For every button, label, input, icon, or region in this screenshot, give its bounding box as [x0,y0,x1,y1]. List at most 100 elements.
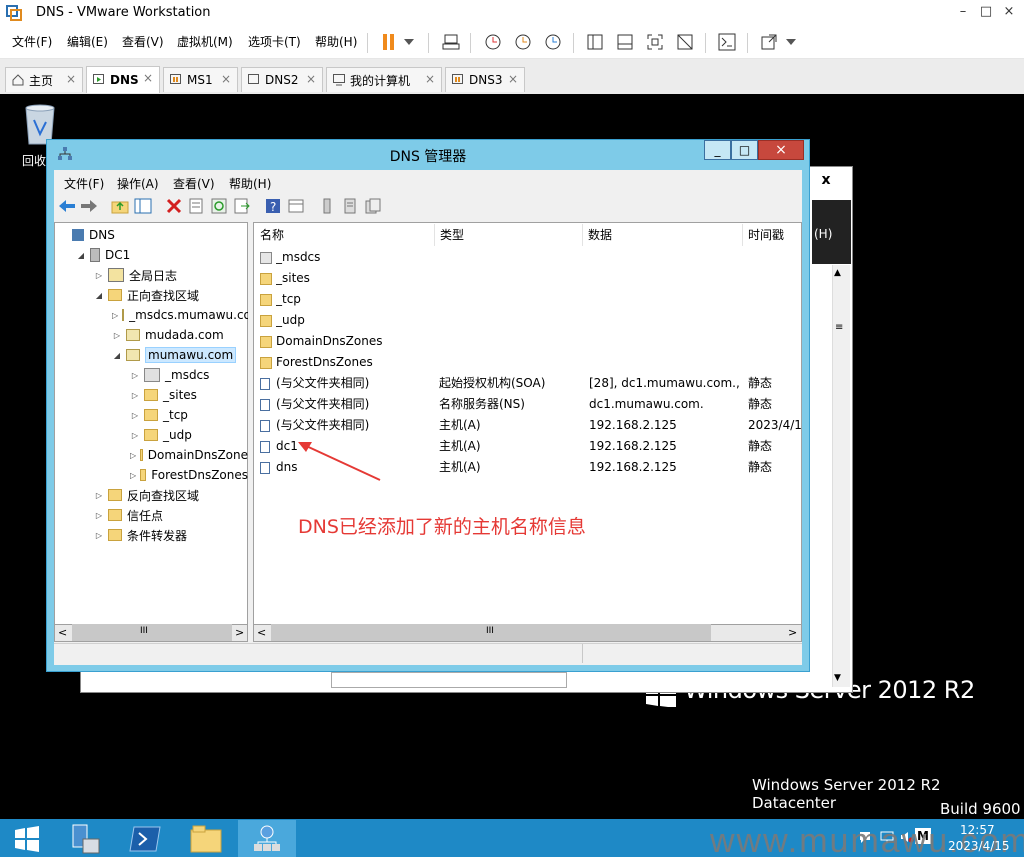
clock-date[interactable]: 2023/4/15 [948,839,1010,853]
scroll-up-icon[interactable]: ▲ [834,268,841,278]
background-window-close-button[interactable]: x [814,172,838,192]
tab-close-icon[interactable]: × [66,72,76,86]
collapse-arrow-icon[interactable]: ◢ [94,291,104,300]
expand-arrow-icon[interactable]: ▷ [130,471,136,480]
dns-menu-file[interactable]: 文件(F) [64,175,104,192]
tab-home[interactable]: 主页 × [5,67,83,92]
clock-time[interactable]: 12:57 [960,823,995,837]
refresh-icon[interactable] [210,197,228,215]
tree-node[interactable]: ◢ 正向查找区域 [94,286,199,304]
tab-ms1[interactable]: MS1 × [163,67,238,92]
expand-arrow-icon[interactable]: ▷ [130,431,140,440]
scroll-down-icon[interactable]: ▼ [834,673,841,683]
tab-close-icon[interactable]: × [306,72,316,86]
expand-arrow-icon[interactable]: ▷ [112,331,122,340]
revert-snapshot-icon[interactable] [512,31,534,53]
column-header-timestamp[interactable]: 时间戳 [743,224,801,246]
properties-icon[interactable] [187,197,205,215]
menu-edit[interactable]: 编辑(E) [67,33,108,50]
record-row[interactable]: ForestDnsZones [254,352,801,373]
tree-node[interactable]: ▷ _tcp [130,406,188,424]
tab-close-icon[interactable]: × [425,72,435,86]
dropdown-icon[interactable] [402,31,416,53]
expand-arrow-icon[interactable]: ▷ [94,511,104,520]
pause-icon[interactable] [378,31,400,53]
tab-close-icon[interactable]: × [508,72,518,86]
tab-dns3[interactable]: DNS3 × [445,67,525,92]
expand-arrow-icon[interactable]: ▷ [94,531,104,540]
menu-vm[interactable]: 虚拟机(M) [177,33,233,50]
close-button[interactable]: × [996,0,1022,24]
dns-menu-action[interactable]: 操作(A) [117,175,159,192]
column-header-data[interactable]: 数据 [583,224,743,246]
dns-menu-help[interactable]: 帮助(H) [229,175,271,192]
unity-icon[interactable] [674,31,696,53]
tree-node[interactable]: ▷ _sites [130,386,197,404]
dns-manager-taskbar-icon[interactable] [238,820,296,857]
menu-help[interactable]: 帮助(H) [315,33,357,50]
console-icon[interactable] [716,31,738,53]
scroll-right-icon[interactable]: > [235,626,244,639]
column-header-name[interactable]: 名称 [255,224,435,246]
tree-node[interactable]: DNS [58,226,115,244]
expand-arrow-icon[interactable]: ▷ [94,491,104,500]
record-row[interactable]: (与父文件夹相同) 起始授权机构(SOA) [28], dc1.mumawu.com… [254,373,801,394]
dns-maximize-button[interactable]: □ [731,140,758,160]
scroll-left-icon[interactable]: < [58,626,67,639]
column-header-type[interactable]: 类型 [435,224,583,246]
expand-arrow-icon[interactable]: ▷ [130,391,140,400]
start-button[interactable] [0,820,54,857]
record-row[interactable]: DomainDnsZones [254,331,801,352]
tree-node[interactable]: ▷ 信任点 [94,506,163,524]
view-details-icon[interactable] [287,197,305,215]
tree-node[interactable]: ◢ mumawu.com [112,346,237,364]
tree-node[interactable]: ▷ 反向查找区域 [94,486,199,504]
tab-my-computer[interactable]: 我的计算机 × [326,67,442,92]
dns-menu-view[interactable]: 查看(V) [173,175,215,192]
stretch-icon[interactable] [758,31,780,53]
tab-close-icon[interactable]: × [143,71,153,85]
tree-node[interactable]: ▷ _msdcs [130,366,209,384]
library-view-icon[interactable] [584,31,606,53]
dns-close-button[interactable]: × [758,140,804,160]
tree-node[interactable]: ▷ ForestDnsZones [130,466,248,484]
tree-node[interactable]: ▷ DomainDnsZone [130,446,248,464]
tab-close-icon[interactable]: × [221,72,231,86]
tree-scroll-thumb[interactable] [72,624,232,641]
file-explorer-taskbar-icon[interactable] [177,820,235,857]
scroll-left-icon[interactable]: < [257,626,266,639]
snapshot-manager-icon[interactable] [542,31,564,53]
send-ctrl-alt-del-icon[interactable] [440,31,462,53]
forward-icon[interactable] [80,197,98,215]
menu-tabs[interactable]: 选项卡(T) [248,33,301,50]
show-hide-tree-icon[interactable] [134,197,152,215]
record-row[interactable]: _sites [254,268,801,289]
server-manager-taskbar-icon[interactable] [55,820,113,857]
zone-file-icon[interactable] [341,197,359,215]
dropdown-icon[interactable] [784,31,798,53]
record-row[interactable]: _msdcs [254,247,801,268]
server-icon[interactable] [318,197,336,215]
fullscreen-icon[interactable] [644,31,666,53]
record-row[interactable]: (与父文件夹相同) 主机(A) 192.168.2.125 2023/4/1 [254,415,801,436]
help-icon[interactable]: ? [264,197,282,215]
expand-arrow-icon[interactable]: ▷ [112,311,118,320]
up-folder-icon[interactable] [111,197,129,215]
snapshot-icon[interactable] [482,31,504,53]
dns-minimize-button[interactable]: _ [704,140,731,160]
tab-dns[interactable]: DNS × [86,66,160,93]
expand-arrow-icon[interactable]: ▷ [94,271,104,280]
expand-arrow-icon[interactable]: ▷ [130,451,136,460]
menu-view[interactable]: 查看(V) [122,33,164,50]
back-icon[interactable] [58,197,76,215]
expand-arrow-icon[interactable]: ▷ [130,371,140,380]
collapse-arrow-icon[interactable]: ◢ [112,351,122,360]
menu-file[interactable]: 文件(F) [12,33,52,50]
record-row[interactable]: _udp [254,310,801,331]
tab-dns2[interactable]: DNS2 × [241,67,323,92]
tree-node[interactable]: ▷ 全局日志 [94,266,177,284]
tree-node[interactable]: ▷ _msdcs.mumawu.co [112,306,248,324]
record-row[interactable]: _tcp [254,289,801,310]
collapse-arrow-icon[interactable]: ◢ [76,251,86,260]
expand-arrow-icon[interactable]: ▷ [130,411,140,420]
